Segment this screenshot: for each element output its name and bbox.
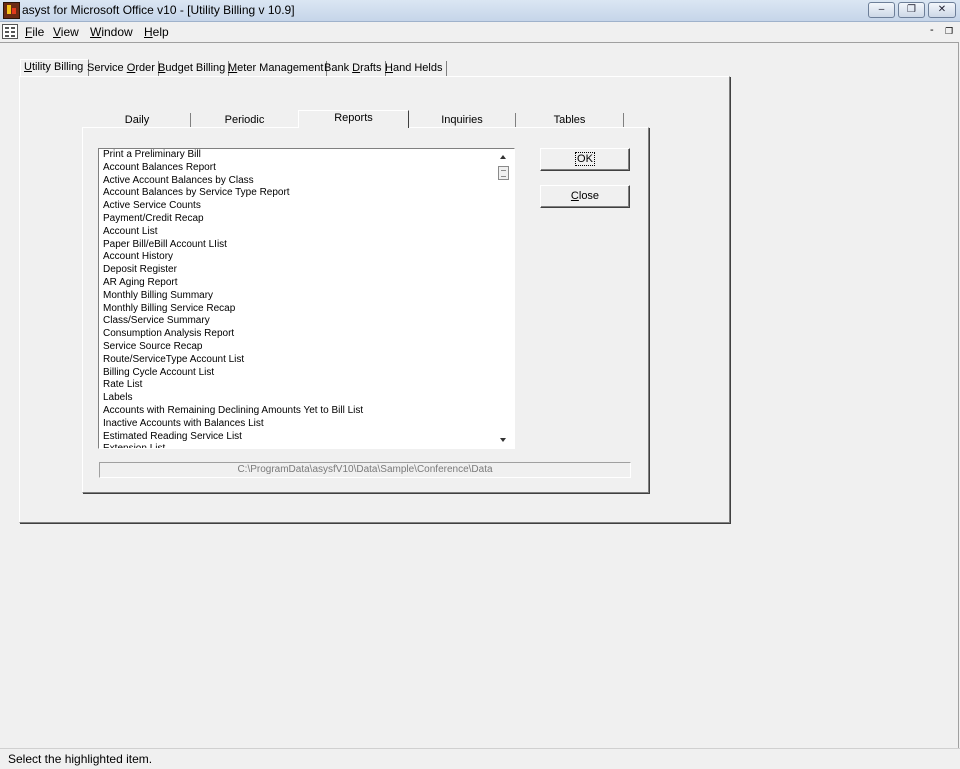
mdi-restore-button[interactable]: ❐ bbox=[945, 26, 953, 37]
report-list-item[interactable]: Monthly Billing Summary bbox=[99, 290, 496, 303]
report-list-item[interactable]: Deposit Register bbox=[99, 264, 496, 277]
scroll-down-icon[interactable] bbox=[500, 438, 506, 442]
close-button[interactable]: Close bbox=[540, 185, 630, 208]
menu-file[interactable]: File bbox=[25, 25, 44, 39]
tab-hand-helds[interactable]: Hand Helds bbox=[382, 61, 447, 77]
report-list-item[interactable]: Account Balances Report bbox=[99, 162, 496, 175]
report-list-item[interactable]: Account Balances by Service Type Report bbox=[99, 187, 496, 200]
tab-meter-management[interactable]: Meter Management bbox=[225, 61, 328, 77]
reports-listbox[interactable]: Print a Preliminary Bill Account Balances… bbox=[98, 148, 515, 449]
close-icon: ✕ bbox=[937, 4, 947, 15]
report-list-item[interactable]: AR Aging Report bbox=[99, 277, 496, 290]
mdi-minimize-button[interactable]: - bbox=[930, 24, 934, 36]
app-icon[interactable] bbox=[3, 2, 20, 19]
tab-service-order[interactable]: Service Order bbox=[84, 61, 159, 77]
minimize-button[interactable]: ‒ bbox=[868, 2, 895, 18]
reports-list-items: Print a Preliminary Bill Account Balances… bbox=[99, 149, 496, 448]
report-list-item[interactable]: Account List bbox=[99, 226, 496, 239]
ok-button[interactable]: OK bbox=[540, 148, 630, 171]
minimize-icon: ‒ bbox=[878, 4, 885, 15]
tab-periodic[interactable]: Periodic bbox=[191, 113, 299, 128]
report-list-item[interactable]: Print a Preliminary Bill bbox=[99, 149, 496, 162]
menu-window[interactable]: Window bbox=[90, 25, 133, 39]
report-list-item[interactable]: Labels bbox=[99, 392, 496, 405]
tab-utility-billing[interactable]: Utility Billing bbox=[20, 59, 89, 77]
report-list-item[interactable]: Payment/Credit Recap bbox=[99, 213, 496, 226]
data-path-field: C:\ProgramData\asysfV10\Data\Sample\Conf… bbox=[99, 462, 631, 478]
tab-tables[interactable]: Tables bbox=[516, 113, 624, 128]
restore-icon: ❐ bbox=[907, 4, 916, 15]
window-title: asyst for Microsoft Office v10 - [Utilit… bbox=[22, 3, 295, 17]
report-list-item[interactable]: Active Service Counts bbox=[99, 200, 496, 213]
report-list-item[interactable]: Account History bbox=[99, 251, 496, 264]
report-list-item[interactable]: Inactive Accounts with Balances List bbox=[99, 418, 496, 431]
report-list-item[interactable]: Accounts with Remaining Declining Amount… bbox=[99, 405, 496, 418]
report-list-item[interactable]: Rate List bbox=[99, 379, 496, 392]
restore-button[interactable]: ❐ bbox=[898, 2, 925, 18]
status-text: Select the highlighted item. bbox=[8, 752, 153, 766]
tab-reports[interactable]: Reports bbox=[298, 110, 409, 128]
reports-scrollbar[interactable] bbox=[496, 149, 513, 448]
report-list-item[interactable]: Extension List bbox=[99, 443, 496, 448]
report-list-item[interactable]: Paper Bill/eBill Account LIist bbox=[99, 239, 496, 252]
close-window-button[interactable]: ✕ bbox=[928, 2, 956, 18]
report-list-item[interactable]: Estimated Reading Service List bbox=[99, 431, 496, 444]
report-list-item[interactable]: Class/Service Summary bbox=[99, 315, 496, 328]
scroll-up-icon[interactable] bbox=[500, 155, 506, 159]
tab-inquiries[interactable]: Inquiries bbox=[409, 113, 516, 128]
scroll-thumb[interactable] bbox=[498, 166, 509, 180]
report-list-item[interactable]: Billing Cycle Account List bbox=[99, 367, 496, 380]
mdi-child-icon[interactable] bbox=[2, 24, 18, 39]
report-list-item[interactable]: Monthly Billing Service Recap bbox=[99, 303, 496, 316]
tab-budget-billing[interactable]: Budget Billing bbox=[155, 61, 230, 77]
menu-view[interactable]: View bbox=[53, 25, 79, 39]
menu-help[interactable]: Help bbox=[144, 25, 169, 39]
tab-daily[interactable]: Daily bbox=[84, 113, 191, 128]
tab-bank-drafts[interactable]: Bank Drafts bbox=[321, 61, 386, 77]
report-list-item[interactable]: Route/ServiceType Account List bbox=[99, 354, 496, 367]
report-list-item[interactable]: Active Account Balances by Class bbox=[99, 175, 496, 188]
report-list-item[interactable]: Consumption Analysis Report bbox=[99, 328, 496, 341]
report-list-item[interactable]: Service Source Recap bbox=[99, 341, 496, 354]
